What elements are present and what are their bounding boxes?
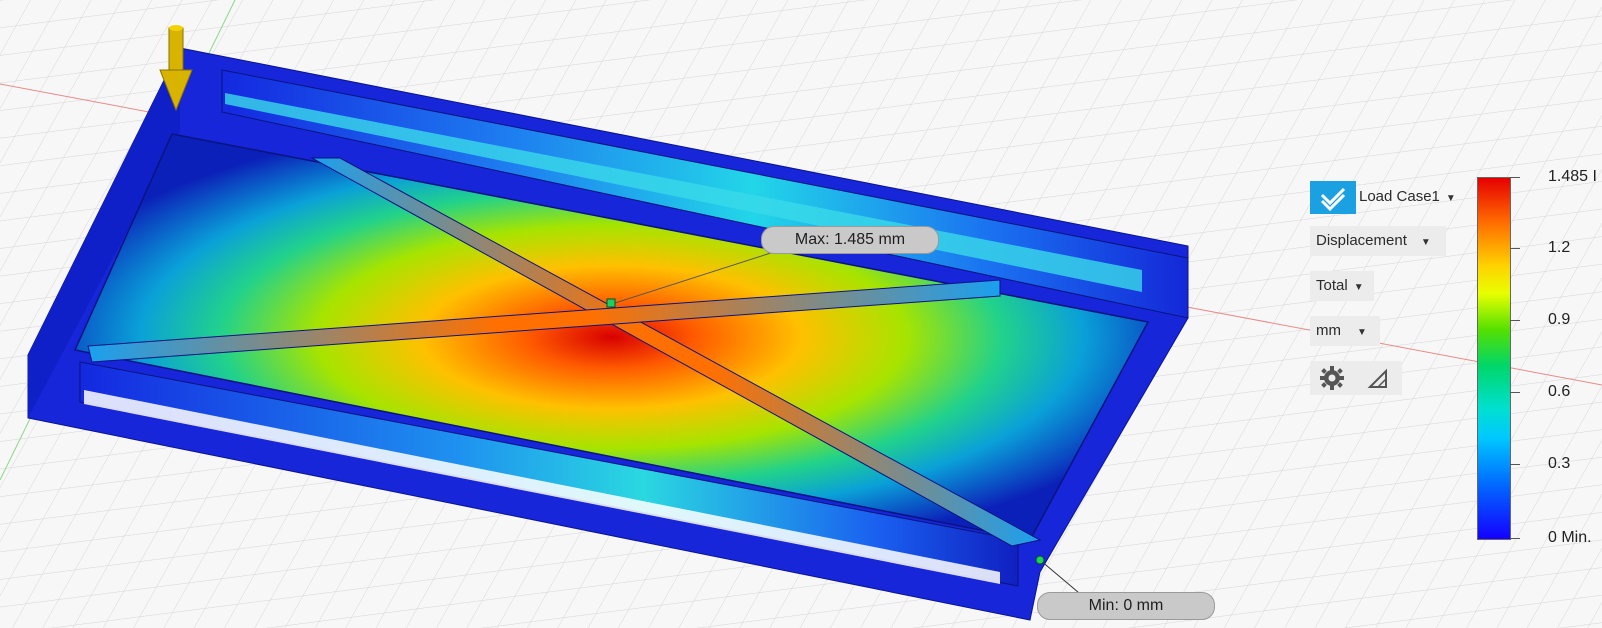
settings-button[interactable] (1310, 361, 1354, 395)
load-case-dropdown[interactable]: Load Case1 ▼ (1359, 186, 1456, 210)
legend-tick-label: 1.2 (1548, 239, 1571, 256)
chevron-down-icon: ▼ (1353, 282, 1364, 293)
legend-max-label: 1.485 I (1548, 168, 1597, 185)
chevron-down-icon: ▼ (1445, 193, 1456, 204)
load-case-toggle-button[interactable] (1310, 181, 1356, 214)
load-case-label: Load Case1 (1359, 188, 1440, 205)
unit-label: mm (1316, 322, 1341, 339)
3d-viewport[interactable] (0, 0, 1602, 628)
legend-min-label: 0 Min. (1548, 529, 1592, 546)
legend-tick (1510, 320, 1520, 321)
min-probe-marker[interactable] (1035, 555, 1045, 565)
legend-color-bar (1477, 177, 1511, 540)
check-icon (1320, 187, 1346, 212)
legend-tick-label: 0.9 (1548, 311, 1571, 328)
probe-triangle-icon (1367, 368, 1387, 388)
gear-icon (1320, 366, 1344, 390)
unit-dropdown[interactable]: mm ▼ (1310, 316, 1380, 346)
legend-tick (1510, 538, 1520, 539)
result-type-label: Displacement (1316, 232, 1407, 249)
component-dropdown[interactable]: Total ▼ (1310, 271, 1374, 301)
probe-button[interactable] (1356, 361, 1400, 395)
min-probe-label[interactable]: Min: 0 mm (1037, 592, 1215, 620)
max-probe-marker[interactable] (606, 298, 616, 308)
legend-tick (1510, 248, 1520, 249)
chevron-down-icon: ▼ (1357, 327, 1367, 338)
legend-tick-label: 0.3 (1548, 455, 1571, 472)
legend-tick-label: 0.6 (1548, 383, 1571, 400)
result-tools (1310, 361, 1402, 395)
simulation-canvas (0, 0, 1602, 628)
legend-tick (1510, 464, 1520, 465)
chevron-down-icon: ▼ (1420, 237, 1431, 248)
legend-tick (1510, 392, 1520, 393)
max-probe-label[interactable]: Max: 1.485 mm (761, 226, 939, 254)
result-type-dropdown[interactable]: Displacement ▼ (1310, 226, 1446, 256)
component-label: Total (1316, 277, 1348, 294)
legend-tick (1510, 177, 1520, 178)
